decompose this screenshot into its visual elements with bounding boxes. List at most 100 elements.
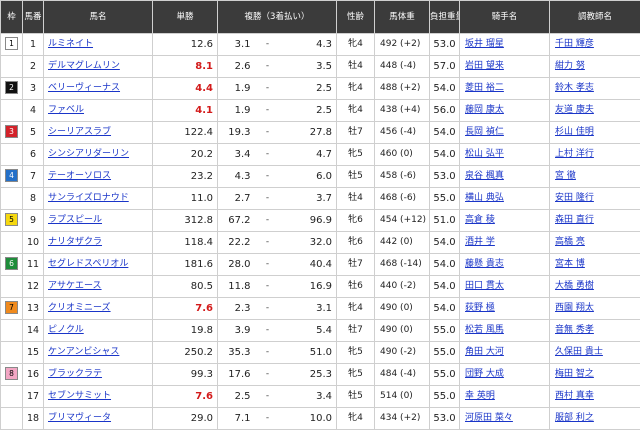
place-odds-separator: - [254, 210, 282, 232]
horse-name-cell: セブンサミット [44, 386, 153, 408]
jockey-link[interactable]: 田口 貫太 [465, 281, 504, 291]
jockey-link[interactable]: 松若 風馬 [465, 325, 504, 335]
jockey-link[interactable]: 団野 大成 [465, 369, 504, 379]
header-fukusho: 複勝（3着払い） [218, 1, 337, 34]
horse-name-link[interactable]: ラプスピール [48, 215, 102, 225]
umaban-cell: 13 [23, 298, 44, 320]
win-odds-cell: 12.6 [153, 34, 218, 56]
trainer-cell: 紺力 努 [550, 56, 640, 78]
table-row: 2デルマグレムリン8.12.6-3.5牡4448 (-4)57.0岩田 望来紺力… [1, 56, 640, 78]
win-odds-cell: 8.1 [153, 56, 218, 78]
jockey-cell: 河原田 菜々 [460, 408, 550, 430]
header-umaban: 馬番 [23, 1, 44, 34]
place-odds-separator: - [254, 122, 282, 144]
body-weight-cell: 468 (-6) [375, 188, 430, 210]
trainer-link[interactable]: 高橋 亮 [555, 237, 585, 247]
umaban-cell: 11 [23, 254, 44, 276]
jockey-link[interactable]: 高倉 稜 [465, 215, 495, 225]
trainer-link[interactable]: 宮本 博 [555, 259, 585, 269]
place-odds-high-cell: 96.9 [282, 210, 337, 232]
jockey-link[interactable]: 岩田 望来 [465, 61, 504, 71]
trainer-link[interactable]: 鈴木 孝志 [555, 83, 594, 93]
horse-name-link[interactable]: ケンアンビシャス [48, 347, 119, 357]
table-row: 17セブンサミット7.62.5-3.4牡5514 (0)55.0幸 英明西村 真… [1, 386, 640, 408]
jockey-cell: 長岡 禎仁 [460, 122, 550, 144]
place-odds-low-cell: 4.3 [218, 166, 254, 188]
jockey-link[interactable]: 菱田 裕二 [465, 83, 504, 93]
body-weight-cell: 456 (-4) [375, 122, 430, 144]
jockey-link[interactable]: 幸 英明 [465, 391, 495, 401]
umaban-cell: 9 [23, 210, 44, 232]
horse-name-link[interactable]: デルマグレムリン [48, 61, 120, 71]
trainer-cell: 西園 翔太 [550, 298, 640, 320]
load-weight-cell: 56.0 [430, 100, 460, 122]
horse-name-link[interactable]: シーリアスラブ [48, 127, 111, 137]
trainer-link[interactable]: 千田 輝彦 [555, 39, 594, 49]
umaban-cell: 2 [23, 56, 44, 78]
horse-name-link[interactable]: ナリタザクラ [48, 237, 102, 247]
horse-name-link[interactable]: サンライズロナウド [48, 193, 129, 203]
jockey-cell: 田口 貫太 [460, 276, 550, 298]
jockey-link[interactable]: 酒井 学 [465, 237, 495, 247]
place-odds-separator: - [254, 166, 282, 188]
waku-cell [1, 386, 23, 408]
jockey-link[interactable]: 松山 弘平 [465, 149, 504, 159]
horse-name-link[interactable]: クリオミニーズ [48, 303, 111, 313]
horse-name-cell: シーリアスラブ [44, 122, 153, 144]
horse-name-link[interactable]: セグレドスペリオル [48, 259, 128, 269]
trainer-cell: 西村 真幸 [550, 386, 640, 408]
horse-name-cell: クリオミニーズ [44, 298, 153, 320]
jockey-link[interactable]: 横山 典弘 [465, 193, 504, 203]
jockey-link[interactable]: 坂井 瑠星 [465, 39, 504, 49]
jockey-link[interactable]: 藤岡 康太 [465, 105, 504, 115]
trainer-link[interactable]: 音無 秀孝 [555, 325, 594, 335]
body-weight-cell: 434 (+2) [375, 408, 430, 430]
table-row: 816ブラックラテ99.317.6-25.3牝5484 (-4)55.0団野 大… [1, 364, 640, 386]
trainer-link[interactable]: 梅田 智之 [555, 369, 594, 379]
trainer-link[interactable]: 西園 翔太 [555, 303, 594, 313]
table-row: 12アサケエース80.511.8-16.9牡6440 (-2)54.0田口 貫太… [1, 276, 640, 298]
waku-badge: 1 [5, 37, 18, 50]
jockey-link[interactable]: 泉谷 楓真 [465, 171, 504, 181]
horse-name-link[interactable]: ブラックラテ [48, 369, 102, 379]
sex-age-cell: 牝4 [337, 408, 375, 430]
horse-name-link[interactable]: セブンサミット [48, 391, 111, 401]
sex-age-cell: 牡7 [337, 254, 375, 276]
trainer-cell: 鈴木 孝志 [550, 78, 640, 100]
trainer-link[interactable]: 上村 洋行 [555, 149, 594, 159]
place-odds-high-cell: 5.4 [282, 320, 337, 342]
place-odds-high-cell: 3.4 [282, 386, 337, 408]
table-row: 14ピノクル19.83.9-5.4牡7490 (0)55.0松若 風馬音無 秀孝 [1, 320, 640, 342]
trainer-link[interactable]: 安田 隆行 [555, 193, 594, 203]
trainer-link[interactable]: 大橋 勇樹 [555, 281, 594, 291]
trainer-link[interactable]: 紺力 努 [555, 61, 585, 71]
jockey-link[interactable]: 藤懸 貴志 [465, 259, 504, 269]
trainer-link[interactable]: 森田 直行 [555, 215, 594, 225]
horse-name-link[interactable]: アサケエース [48, 281, 102, 291]
jockey-link[interactable]: 長岡 禎仁 [465, 127, 504, 137]
trainer-link[interactable]: 友道 康夫 [555, 105, 594, 115]
umaban-cell: 8 [23, 188, 44, 210]
horse-name-link[interactable]: ベリーヴィーナス [48, 83, 120, 93]
horse-name-link[interactable]: ファベル [48, 105, 84, 115]
horse-name-link[interactable]: シンシアリダーリン [48, 149, 129, 159]
jockey-link[interactable]: 角田 大河 [465, 347, 504, 357]
trainer-link[interactable]: 杉山 佳明 [555, 127, 594, 137]
place-odds-separator: - [254, 188, 282, 210]
place-odds-separator: - [254, 100, 282, 122]
load-weight-cell: 55.0 [430, 320, 460, 342]
horse-name-link[interactable]: ルミネイト [48, 39, 93, 49]
place-odds-low-cell: 3.4 [218, 144, 254, 166]
table-row: 4ファベル4.11.9-2.5牝4438 (+4)56.0藤岡 康太友道 康夫 [1, 100, 640, 122]
trainer-link[interactable]: 西村 真幸 [555, 391, 594, 401]
trainer-link[interactable]: 久保田 貴士 [555, 347, 603, 357]
win-odds-cell: 11.0 [153, 188, 218, 210]
trainer-link[interactable]: 宮 徹 [555, 171, 576, 181]
win-odds-cell: 80.5 [153, 276, 218, 298]
waku-cell: 8 [1, 364, 23, 386]
table-row: 18ブリマヴィータ29.07.1-10.0牝4434 (+2)53.0河原田 菜… [1, 408, 640, 430]
sex-age-cell: 牝4 [337, 100, 375, 122]
jockey-link[interactable]: 荻野 極 [465, 303, 495, 313]
horse-name-link[interactable]: テーオーソロス [48, 171, 111, 181]
horse-name-link[interactable]: ピノクル [48, 325, 84, 335]
